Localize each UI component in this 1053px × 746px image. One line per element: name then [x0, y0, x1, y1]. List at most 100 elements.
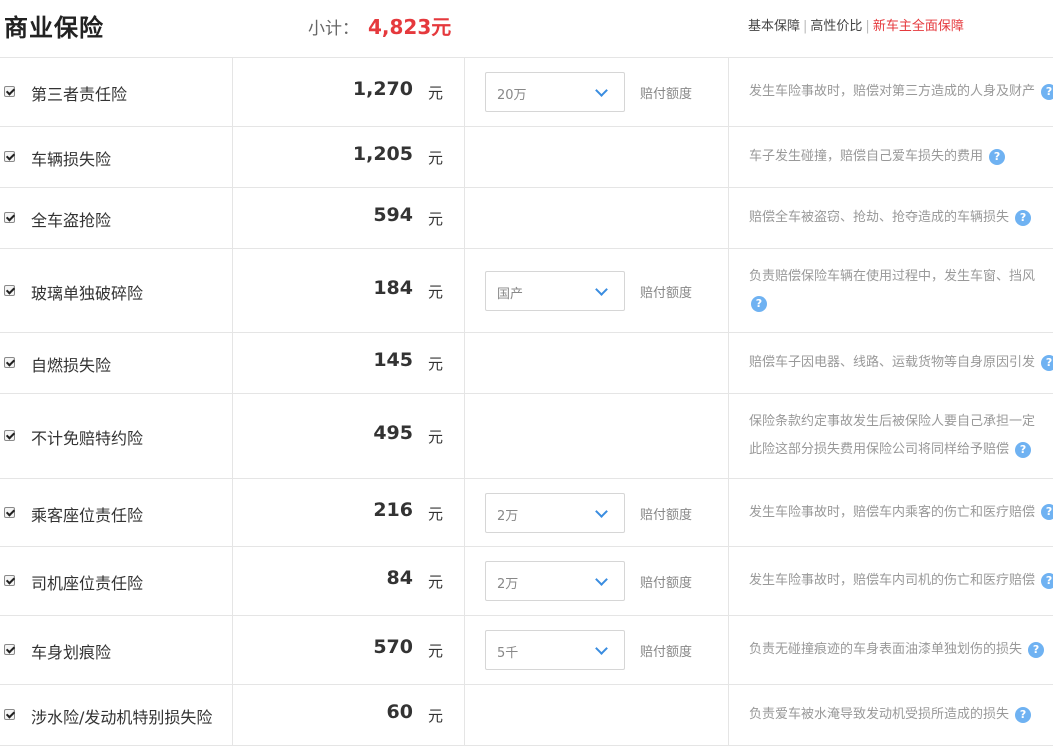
- insurance-checkbox[interactable]: [4, 644, 15, 655]
- insurance-row: 不计免赔特约险 495 元 保险条款约定事故发生后被保险人要自己承担一定 此险这部分损失…: [0, 394, 1053, 479]
- column-divider: [728, 127, 729, 187]
- tab-basic[interactable]: 基本保障: [748, 19, 800, 34]
- coverage-select[interactable]: 20万: [485, 72, 625, 112]
- question-circle-icon[interactable]: ?: [989, 148, 1006, 165]
- coverage-select[interactable]: 2万: [485, 492, 625, 533]
- tab-new-owner[interactable]: 新车主全面保障: [873, 19, 964, 34]
- chevron-down-icon: [595, 642, 608, 655]
- price-unit: 元: [428, 642, 444, 660]
- insurance-checkbox[interactable]: [4, 575, 15, 586]
- description-text: 发生车险事故时，赔偿车内乘客的伤亡和医疗赔偿?: [749, 499, 1053, 527]
- insurance-description: 发生车险事故时，赔偿车内司机的伤亡和医疗赔偿?: [749, 567, 1053, 595]
- insurance-name: 车身划痕险: [31, 643, 112, 662]
- description-text: 负责无碰撞痕迹的车身表面油漆单独划伤的损失?: [749, 636, 1053, 664]
- coverage-select-value: 2万: [497, 577, 519, 592]
- description-help: ?: [749, 291, 1053, 319]
- description-text: 发生车险事故时，赔偿车内司机的伤亡和医疗赔偿?: [749, 567, 1053, 595]
- insurance-row: 涉水险/发动机特别损失险 60 元 负责爱车被水淹导致发动机受损所造成的损失?: [0, 685, 1053, 746]
- insurance-description: 赔偿车子因电器、线路、运载货物等自身原因引发?: [749, 349, 1053, 377]
- description-text: 此险这部分损失费用保险公司将同样给予赔偿?: [749, 436, 1053, 464]
- column-divider: [232, 547, 233, 615]
- insurance-row: 车身划痕险 570 元 5千 赔付额度 负责无碰撞痕迹的车身表面油漆单独划伤的损失?: [0, 616, 1053, 685]
- column-divider: [728, 479, 729, 546]
- insurance-row: 司机座位责任险 84 元 2万 赔付额度 发生车险事故时，赔偿车内司机的伤亡和医疗赔偿?: [0, 547, 1053, 616]
- coverage-select[interactable]: 国产: [485, 270, 625, 311]
- subtotal-value: 4,823元: [368, 15, 452, 39]
- insurance-price: 84: [386, 567, 413, 589]
- insurance-checkbox[interactable]: [4, 151, 15, 162]
- description-text: 赔偿车子因电器、线路、运载货物等自身原因引发?: [749, 349, 1053, 377]
- coverage-label: 赔付额度: [640, 576, 693, 591]
- column-divider: [232, 333, 233, 393]
- question-circle-icon[interactable]: ?: [1028, 641, 1045, 658]
- question-circle-icon[interactable]: ?: [1041, 572, 1053, 589]
- coverage-label: 赔付额度: [640, 507, 693, 523]
- description-line: 负责赔偿保险车辆在使用过程中，发生车窗、挡风: [749, 268, 1036, 284]
- insurance-price: 1,205: [352, 143, 413, 165]
- question-circle-icon[interactable]: ?: [1015, 441, 1032, 458]
- column-divider: [232, 249, 233, 332]
- description-text: 负责赔偿保险车辆在使用过程中，发生车窗、挡风: [749, 263, 1053, 291]
- chevron-down-icon: [595, 282, 608, 296]
- chevron-down-icon: [595, 84, 608, 97]
- insurance-price: 1,270: [352, 78, 413, 100]
- insurance-description: 发生车险事故时，赔偿对第三方造成的人身及财产?: [749, 78, 1053, 106]
- plan-tabs: 基本保障 | 高性价比 | 新车主全面保障: [748, 19, 964, 34]
- price-unit: 元: [428, 149, 444, 167]
- question-circle-icon[interactable]: ?: [751, 296, 767, 312]
- price-unit: 元: [428, 707, 444, 725]
- question-circle-icon[interactable]: ?: [1041, 354, 1053, 371]
- description-line: 车子发生碰撞，赔偿自己爱车损失的费用: [749, 149, 984, 164]
- column-divider: [232, 58, 233, 126]
- insurance-price: 570: [373, 636, 413, 658]
- coverage-label: 赔付额度: [640, 285, 693, 301]
- column-divider: [728, 547, 729, 615]
- column-divider: [464, 249, 465, 332]
- description-text: 发生车险事故时，赔偿对第三方造成的人身及财产?: [749, 78, 1053, 106]
- column-divider: [464, 127, 465, 187]
- coverage-select-value: 2万: [497, 508, 519, 524]
- insurance-description: 赔偿全车被盗窃、抢劫、抢夺造成的车辆损失?: [749, 204, 1053, 232]
- insurance-checkbox[interactable]: [4, 506, 15, 518]
- coverage-label: 赔付额度: [640, 645, 693, 660]
- question-circle-icon[interactable]: ?: [1015, 706, 1032, 723]
- description-line: 赔偿车子因电器、线路、运载货物等自身原因引发: [749, 355, 1036, 370]
- coverage-select[interactable]: 5千: [485, 630, 625, 670]
- insurance-row: 车辆损失险 1,205 元 车子发生碰撞，赔偿自己爱车损失的费用?: [0, 127, 1053, 188]
- insurance-checkbox[interactable]: [4, 430, 15, 441]
- insurance-name: 车辆损失险: [31, 150, 112, 169]
- column-divider: [728, 394, 729, 478]
- column-divider: [728, 58, 729, 126]
- question-circle-icon[interactable]: ?: [1041, 504, 1053, 520]
- question-circle-icon[interactable]: ?: [1015, 209, 1032, 226]
- insurance-price: 594: [373, 204, 413, 226]
- insurance-checkbox[interactable]: [4, 284, 15, 296]
- insurance-checkbox[interactable]: [4, 357, 15, 368]
- column-divider: [728, 188, 729, 248]
- coverage-select[interactable]: 2万: [485, 561, 625, 601]
- chevron-down-icon: [595, 573, 608, 586]
- insurance-price: 495: [373, 422, 413, 444]
- insurance-row: 第三者责任险 1,270 元 20万 赔付额度 发生车险事故时，赔偿对第三方造成的人身及财…: [0, 58, 1053, 127]
- insurance-checkbox[interactable]: [4, 86, 15, 97]
- column-divider: [464, 333, 465, 393]
- price-unit: 元: [428, 282, 444, 301]
- tab-value[interactable]: 高性价比: [810, 19, 862, 34]
- coverage-select-value: 20万: [497, 88, 527, 103]
- insurance-checkbox[interactable]: [4, 212, 15, 223]
- column-divider: [464, 58, 465, 126]
- description-line: 发生车险事故时，赔偿车内乘客的伤亡和医疗赔偿: [749, 504, 1036, 520]
- insurance-table: 第三者责任险 1,270 元 20万赔付额度 发生车险事故时，赔偿对第三方造成的人身及财…: [0, 57, 1053, 746]
- insurance-price: 60: [386, 701, 413, 723]
- insurance-description: 发生车险事故时，赔偿车内乘客的伤亡和医疗赔偿?: [749, 499, 1053, 527]
- insurance-name: 第三者责任险: [31, 85, 128, 104]
- insurance-checkbox[interactable]: [4, 709, 15, 720]
- insurance-row: 自燃损失险 145 元 赔偿车子因电器、线路、运载货物等自身原因引发?: [0, 333, 1053, 394]
- description-line: 赔偿全车被盗窃、抢劫、抢夺造成的车辆损失: [749, 210, 1010, 225]
- insurance-description: 车子发生碰撞，赔偿自己爱车损失的费用?: [749, 143, 1053, 171]
- question-circle-icon[interactable]: ?: [1041, 83, 1053, 100]
- column-divider: [728, 685, 729, 745]
- column-divider: [464, 479, 465, 546]
- description-text: 车子发生碰撞，赔偿自己爱车损失的费用?: [749, 143, 1053, 171]
- insurance-name: 乘客座位责任险: [31, 505, 144, 525]
